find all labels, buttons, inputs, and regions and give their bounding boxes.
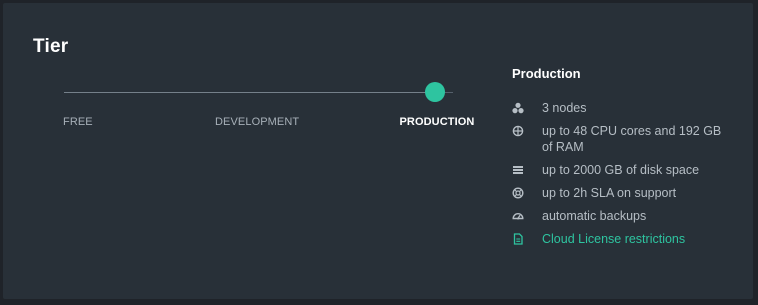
tier-option-production[interactable]: PRODUCTION	[400, 116, 475, 128]
support-icon	[512, 187, 524, 199]
tier-option-free[interactable]: FREE	[63, 116, 93, 128]
tier-title: Tier	[33, 36, 69, 57]
feature-support-text: up to 2h SLA on support	[542, 186, 677, 200]
tier-slider-fill	[64, 92, 435, 93]
document-icon	[513, 233, 523, 245]
feature-support: up to 2h SLA on support	[512, 185, 727, 201]
tier-slider-thumb[interactable]	[425, 82, 445, 102]
tier-option-development[interactable]: DEVELOPMENT	[215, 116, 299, 128]
cloud-license-link[interactable]: Cloud License restrictions	[512, 231, 727, 247]
feature-backup-text: automatic backups	[542, 209, 647, 223]
nodes-icon	[512, 102, 524, 114]
feature-cpu-text: up to 48 CPU cores and 192 GB of RAM	[542, 124, 722, 154]
disk-icon	[513, 166, 523, 174]
tier-panel: Tier FREE DEVELOPMENT PRODUCTION Product…	[3, 3, 753, 299]
feature-cpu: up to 48 CPU cores and 192 GB of RAM	[512, 123, 727, 155]
tier-details-title: Production	[512, 66, 581, 81]
feature-nodes: 3 nodes	[512, 100, 727, 116]
feature-nodes-text: 3 nodes	[542, 101, 587, 115]
backup-icon	[512, 213, 524, 220]
cloud-license-link-text[interactable]: Cloud License restrictions	[542, 231, 727, 247]
feature-disk-text: up to 2000 GB of disk space	[542, 163, 700, 177]
cpu-icon	[512, 125, 524, 137]
feature-disk: up to 2000 GB of disk space	[512, 162, 727, 178]
feature-backup: automatic backups	[512, 208, 727, 224]
